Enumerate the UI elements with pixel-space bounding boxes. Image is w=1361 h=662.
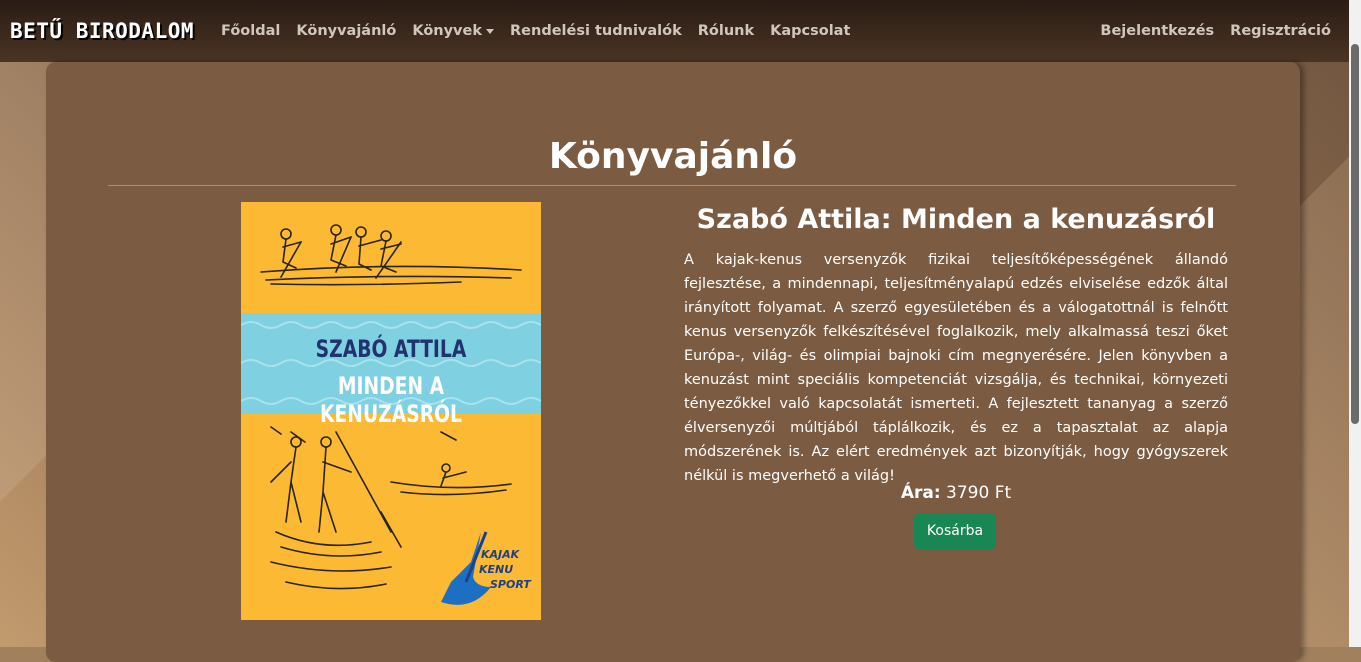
navbar: BETŰ BIRODALOM Főoldal Könyvajánló Könyv… (0, 0, 1349, 62)
add-to-cart-button[interactable]: Kosárba (914, 513, 996, 549)
nav-link-ordering-info[interactable]: Rendelési tudnivalók (510, 23, 682, 39)
nav-auth-links: Bejelentkezés Regisztráció (1084, 23, 1331, 39)
cover-logo-text-1: KAJAK (481, 548, 520, 561)
nav-links: Főoldal Könyvajánló Könyvek Rendelési tu… (221, 23, 866, 39)
nav-link-contact[interactable]: Kapcsolat (770, 23, 850, 39)
price-value: 3790 Ft (946, 483, 1012, 503)
caret-down-icon (486, 28, 494, 34)
book-cover-image: SZABÓ ATTILA MINDEN A KENUZÁSRÓL KAJAK K… (241, 202, 541, 620)
book-price: Ára: 3790 Ft (684, 483, 1228, 503)
book-title: Szabó Attila: Minden a kenuzásról (696, 204, 1216, 235)
cover-logo-text-3: SPORT (490, 578, 531, 591)
nav-link-books-dropdown[interactable]: Könyvek (412, 23, 494, 39)
book-description: A kajak-kenus versenyzők fizikai teljesí… (684, 252, 1228, 484)
page-title: Könyvajánló (548, 136, 798, 177)
nav-link-recommendation[interactable]: Könyvajánló (296, 23, 396, 39)
nav-link-about[interactable]: Rólunk (698, 23, 754, 39)
cover-title-text: MINDEN A KENUZÁSRÓL (320, 372, 462, 428)
login-link[interactable]: Bejelentkezés (1100, 23, 1214, 39)
cover-author-text: SZABÓ ATTILA (315, 335, 467, 363)
register-link[interactable]: Regisztráció (1230, 23, 1331, 39)
cover-logo-text-2: KENU (479, 563, 514, 576)
content-card: Könyvajánló SZABÓ ATTILA MINDEN A KENUZÁ… (46, 62, 1300, 662)
brand-logo[interactable]: BETŰ BIRODALOM (10, 19, 194, 43)
scrollbar-thumb[interactable] (1351, 44, 1359, 424)
price-label: Ára: (900, 483, 941, 503)
nav-link-home[interactable]: Főoldal (221, 23, 280, 39)
page-scrollbar[interactable] (1349, 0, 1361, 647)
nav-link-books-label: Könyvek (412, 23, 482, 39)
title-divider (108, 185, 1236, 186)
